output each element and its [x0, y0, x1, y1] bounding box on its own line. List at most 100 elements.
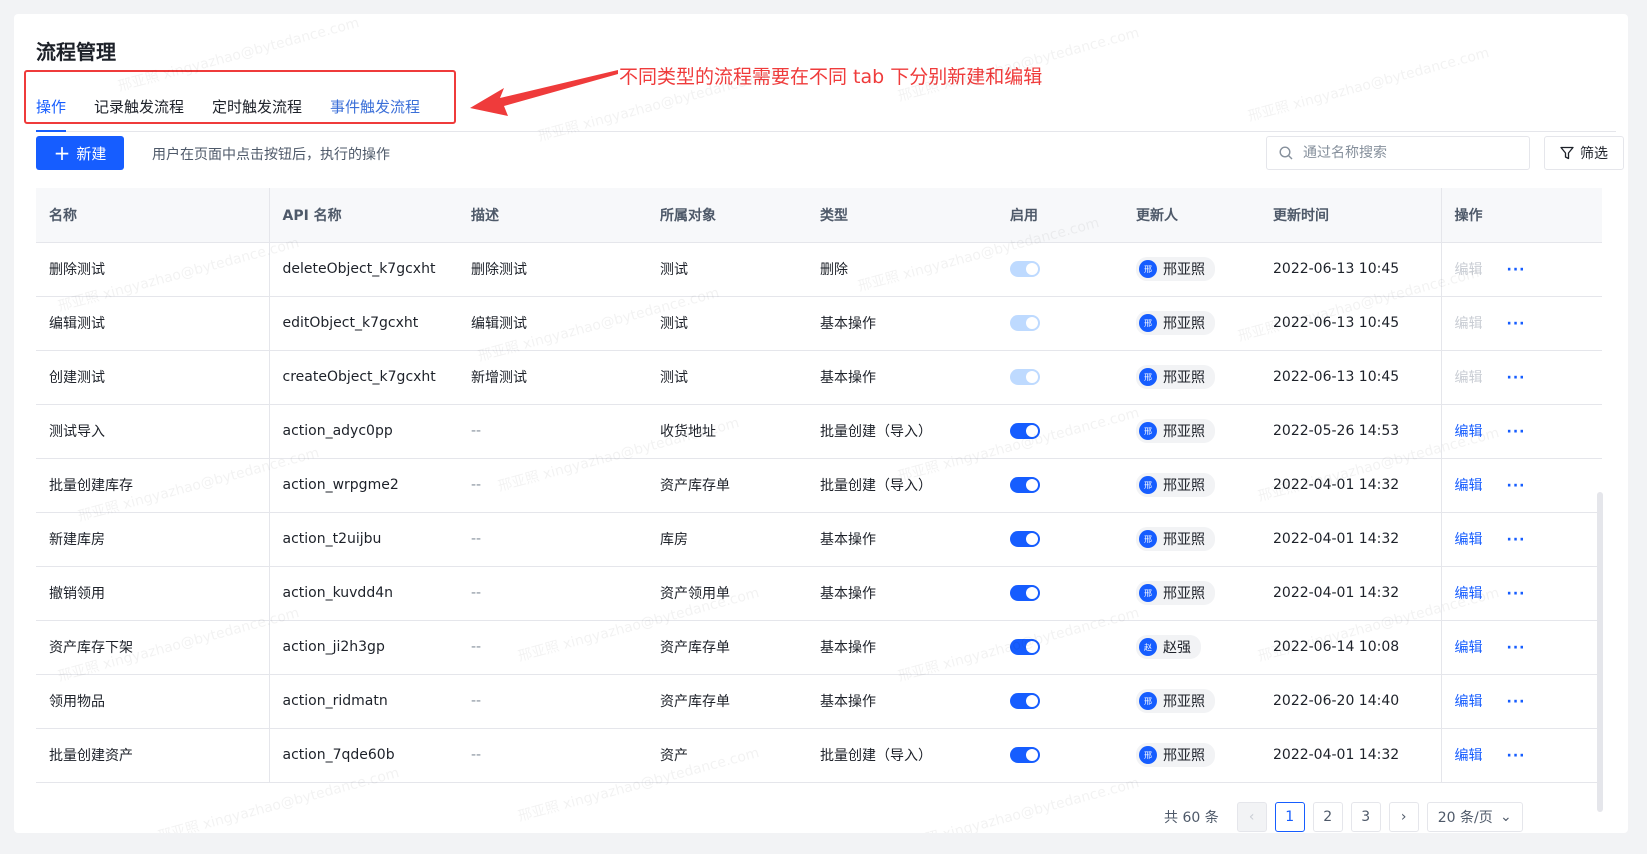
cell-updater: 赵赵强 — [1123, 620, 1260, 675]
more-icon[interactable]: ··· — [1507, 478, 1526, 494]
page-size-select[interactable]: 20 条/页 ⌄ — [1426, 802, 1523, 832]
more-icon[interactable]: ··· — [1507, 586, 1526, 602]
next-page-button[interactable]: › — [1388, 802, 1419, 832]
column-header: 名称 — [36, 188, 270, 243]
filter-button[interactable]: 筛选 — [1544, 136, 1624, 170]
cell-enabled — [997, 620, 1123, 675]
user-name: 邢亚照 — [1163, 262, 1205, 278]
prev-page-button[interactable]: ‹ — [1236, 802, 1267, 832]
table-row: 批量创建资产 action_7qde60b -- 资产 批量创建（导入） 邢邢亚照 2022… — [36, 728, 1602, 783]
cell-type: 基本操作 — [807, 674, 997, 729]
search-box[interactable] — [1266, 136, 1530, 170]
enabled-toggle[interactable] — [1010, 531, 1040, 547]
more-icon[interactable]: ··· — [1507, 532, 1526, 548]
more-icon[interactable]: ··· — [1507, 424, 1526, 440]
cell-updater: 邢邢亚照 — [1123, 458, 1260, 513]
cell-object: 资产库存单 — [647, 620, 807, 675]
page-title: 流程管理 — [36, 40, 116, 64]
cell-actions: 编辑 ··· — [1440, 620, 1602, 675]
cell-name: 撤销领用 — [36, 566, 270, 621]
user-tag: 邢邢亚照 — [1136, 311, 1215, 335]
cell-type: 删除 — [807, 242, 997, 297]
edit-link[interactable]: 编辑 — [1455, 640, 1483, 656]
cell-description: 编辑测试 — [458, 296, 647, 351]
cell-actions: 编辑 ··· — [1440, 512, 1602, 567]
avatar: 邢 — [1139, 746, 1157, 764]
cell-object: 测试 — [647, 296, 807, 351]
cell-enabled — [997, 674, 1123, 729]
edit-link[interactable]: 编辑 — [1455, 748, 1483, 764]
enabled-toggle[interactable] — [1010, 747, 1040, 763]
tab-3[interactable]: 事件触发流程 — [330, 80, 420, 132]
cell-actions: 编辑 ··· — [1440, 350, 1602, 405]
edit-link[interactable]: 编辑 — [1455, 424, 1483, 440]
page-button-3[interactable]: 3 — [1350, 802, 1381, 832]
enabled-toggle[interactable] — [1010, 639, 1040, 655]
cell-description: 删除测试 — [458, 242, 647, 297]
cell-updated-time: 2022-05-26 14:53 — [1260, 404, 1441, 459]
cell-object: 测试 — [647, 350, 807, 405]
user-name: 赵强 — [1163, 640, 1191, 656]
cell-enabled — [997, 728, 1123, 783]
user-tag: 邢邢亚照 — [1136, 743, 1215, 767]
cell-updater: 邢邢亚照 — [1123, 512, 1260, 567]
more-icon[interactable]: ··· — [1507, 262, 1526, 278]
cell-type: 批量创建（导入） — [807, 458, 997, 513]
annotation-arrow-icon — [470, 70, 618, 116]
column-header: 操作 — [1440, 188, 1602, 243]
cell-updated-time: 2022-06-14 10:08 — [1260, 620, 1441, 675]
avatar: 邢 — [1139, 530, 1157, 548]
cell-type: 基本操作 — [807, 296, 997, 351]
tab-1[interactable]: 记录触发流程 — [94, 80, 184, 132]
user-tag: 赵赵强 — [1136, 635, 1201, 659]
more-icon[interactable]: ··· — [1507, 748, 1526, 764]
user-name: 邢亚照 — [1163, 532, 1205, 548]
user-tag: 邢邢亚照 — [1136, 689, 1215, 713]
enabled-toggle[interactable] — [1010, 477, 1040, 493]
page-button-1[interactable]: 1 — [1274, 802, 1305, 832]
cell-enabled — [997, 242, 1123, 297]
user-tag: 邢邢亚照 — [1136, 419, 1215, 443]
cell-enabled — [997, 566, 1123, 621]
table-row: 测试导入 action_adyc0pp -- 收货地址 批量创建（导入） 邢邢亚照 2022… — [36, 404, 1602, 459]
cell-updated-time: 2022-06-13 10:45 — [1260, 296, 1441, 351]
cell-description: -- — [458, 404, 647, 459]
cell-description: -- — [458, 566, 647, 621]
edit-link[interactable]: 编辑 — [1455, 694, 1483, 710]
cell-type: 基本操作 — [807, 620, 997, 675]
cell-updated-time: 2022-04-01 14:32 — [1260, 566, 1441, 621]
cell-description: -- — [458, 458, 647, 513]
new-button[interactable]: + 新建 — [36, 136, 124, 170]
table-row: 撤销领用 action_kuvdd4n -- 资产领用单 基本操作 邢邢亚照 2022-04… — [36, 566, 1602, 621]
user-name: 邢亚照 — [1163, 748, 1205, 764]
cell-name: 领用物品 — [36, 674, 270, 729]
user-tag: 邢邢亚照 — [1136, 365, 1215, 389]
tab-2[interactable]: 定时触发流程 — [212, 80, 302, 132]
user-name: 邢亚照 — [1163, 370, 1205, 386]
flow-table: 名称 API 名称 描述 所属对象 类型 启用 更新人 更新时间 操作 删除测试 deleteOb… — [36, 188, 1602, 798]
edit-link[interactable]: 编辑 — [1455, 478, 1483, 494]
page-button-2[interactable]: 2 — [1312, 802, 1343, 832]
cell-name: 编辑测试 — [36, 296, 270, 351]
user-tag: 邢邢亚照 — [1136, 581, 1215, 605]
search-input[interactable] — [1303, 145, 1503, 161]
column-header: 所属对象 — [647, 188, 807, 243]
edit-link[interactable]: 编辑 — [1455, 532, 1483, 548]
enabled-toggle[interactable] — [1010, 585, 1040, 601]
more-icon[interactable]: ··· — [1507, 640, 1526, 656]
cell-updater: 邢邢亚照 — [1123, 404, 1260, 459]
column-header: 启用 — [997, 188, 1123, 243]
cell-name: 批量创建库存 — [36, 458, 270, 513]
table-scrollbar[interactable] — [1597, 492, 1603, 812]
column-header: 类型 — [807, 188, 997, 243]
more-icon[interactable]: ··· — [1507, 694, 1526, 710]
enabled-toggle[interactable] — [1010, 693, 1040, 709]
cell-enabled — [997, 512, 1123, 567]
more-icon[interactable]: ··· — [1507, 316, 1526, 332]
pagination: 共 60 条 ‹ 1 2 3 › 20 条/页 ⌄ — [1164, 800, 1523, 833]
edit-link[interactable]: 编辑 — [1455, 586, 1483, 602]
enabled-toggle[interactable] — [1010, 423, 1040, 439]
cell-enabled — [997, 350, 1123, 405]
tab-0[interactable]: 操作 — [36, 80, 67, 132]
more-icon[interactable]: ··· — [1507, 370, 1526, 386]
